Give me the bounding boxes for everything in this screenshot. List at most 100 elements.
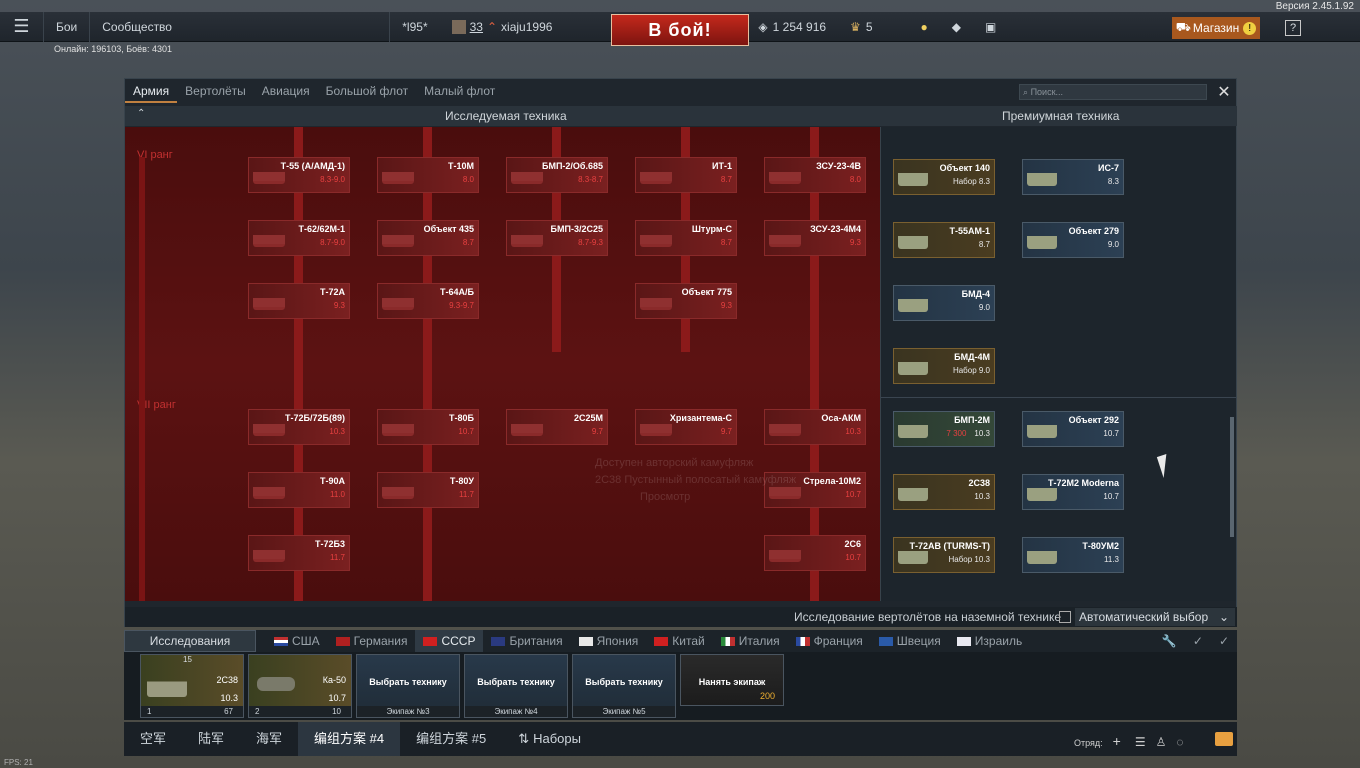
vehicle-t80b[interactable]: Т-80Б 10.7 <box>377 409 479 445</box>
list-icon[interactable]: ☰ <box>1135 735 1146 749</box>
scrollbar[interactable] <box>1230 417 1234 537</box>
community-menu[interactable]: Сообщество <box>90 11 391 42</box>
crew-slot-2[interactable]: Ка-50 10.7 2 10 <box>248 654 352 718</box>
premium-t80um2[interactable]: Т-80УМ2 11.3 <box>1022 537 1124 573</box>
country-bar: Исследования США Германия СССР Британия … <box>124 630 1237 652</box>
repair-icon[interactable]: 🔧 <box>1154 630 1185 652</box>
vehicle-t55[interactable]: Т-55 (А/АМД-1) 8.3-9.0 <box>248 157 350 193</box>
preset-naval[interactable]: 海军 <box>240 722 298 756</box>
vehicle-zsu234m4[interactable]: ЗСУ-23-4М4 9.3 <box>764 220 866 256</box>
heli-research-checkbox[interactable] <box>1059 611 1071 623</box>
preset-air[interactable]: 空军 <box>124 722 182 756</box>
tab-helicopters[interactable]: Вертолёты <box>177 79 254 103</box>
vehicle-khrizantema[interactable]: Хризантема-С 9.7 <box>635 409 737 445</box>
premium-obj279[interactable]: Объект 279 9.0 <box>1022 222 1124 258</box>
ammo-check-icon[interactable]: ✓ <box>1211 630 1237 652</box>
country-china[interactable]: Китай <box>646 630 712 652</box>
preset-ground[interactable]: 陆军 <box>182 722 240 756</box>
mail-icon[interactable] <box>1215 732 1233 746</box>
search-input[interactable]: ⌕ Поиск... <box>1019 84 1207 100</box>
researched-title: Исследуемая техника <box>445 109 567 123</box>
tab-coastal-fleet[interactable]: Малый флот <box>416 79 503 103</box>
country-usa[interactable]: США <box>266 630 328 652</box>
vehicle-t72a[interactable]: Т-72А 9.3 <box>248 283 350 319</box>
to-battle-button[interactable]: В бой! <box>611 14 749 46</box>
silver-balance[interactable]: ◈ 1 254 916 <box>746 12 838 42</box>
add-squad-icon[interactable]: + <box>1113 733 1121 749</box>
vehicle-t72b[interactable]: Т-72Б/72Б(89) 10.3 <box>248 409 350 445</box>
vehicle-name: Т-72Б/72Б(89) <box>285 413 345 423</box>
help-icon[interactable]: ? <box>1285 20 1301 36</box>
vehicle-t10m[interactable]: Т-10М 8.0 <box>377 157 479 193</box>
country-britain[interactable]: Британия <box>483 630 570 652</box>
vehicle-zsu234v[interactable]: ЗСУ-23-4В 8.0 <box>764 157 866 193</box>
close-icon[interactable]: ✕ <box>1215 82 1233 101</box>
vehicle-t64[interactable]: Т-64А/Б 9.3-9.7 <box>377 283 479 319</box>
gold-balance[interactable]: ♛ 5 <box>838 12 884 42</box>
premium-obj140[interactable]: Объект 140 Набор 8.3 <box>893 159 995 195</box>
country-italy[interactable]: Италия <box>713 630 788 652</box>
premium-t72m2[interactable]: Т-72М2 Moderna 10.7 <box>1022 474 1124 510</box>
premium-2s38[interactable]: 2С38 10.3 <box>893 474 995 510</box>
vehicle-bmp3[interactable]: БМП-3/2С25 8.7-9.3 <box>506 220 608 256</box>
crew-slot-4[interactable]: Выбрать технику Экипаж №4 <box>464 654 568 718</box>
bundles-button[interactable]: ⇅ Наборы <box>502 722 597 756</box>
crew-points: 10 <box>332 707 341 716</box>
britain-flag-icon <box>491 636 506 646</box>
vehicle-br: 8.7 <box>720 238 732 247</box>
vehicle-t90a[interactable]: Т-90А 11.0 <box>248 472 350 508</box>
vehicle-it1[interactable]: ИТ-1 8.7 <box>635 157 737 193</box>
vehicle-2s6[interactable]: 2С6 10.7 <box>764 535 866 571</box>
crew-slot-5[interactable]: Выбрать технику Экипаж №5 <box>572 654 676 718</box>
premium-t55am1[interactable]: Т-55АМ-1 8.7 <box>893 222 995 258</box>
country-germany[interactable]: Германия <box>328 630 416 652</box>
premium-is7[interactable]: ИС-7 8.3 <box>1022 159 1124 195</box>
country-israel[interactable]: Израиль <box>949 630 1030 652</box>
check-icon[interactable]: ✓ <box>1185 630 1211 652</box>
crew-slot-1[interactable]: 15 2С38 10.3 1 67 <box>140 654 244 718</box>
tab-bluewater-fleet[interactable]: Большой флот <box>318 79 417 103</box>
menu-icon[interactable]: ☰ <box>0 11 44 42</box>
vehicle-obj435[interactable]: Объект 435 8.7 <box>377 220 479 256</box>
premium-t72av[interactable]: Т-72АВ (TURMS-T) Набор 10.3 <box>893 537 995 573</box>
preset-5[interactable]: 编组方案 #5 <box>400 722 502 756</box>
vehicle-name: Стрела-10М2 <box>803 476 861 486</box>
diamond-icon[interactable]: ◆ <box>940 12 973 42</box>
battles-menu[interactable]: Бои <box>44 11 91 42</box>
premium-bmp2m[interactable]: БМП-2М 7 300 10.3 <box>893 411 995 447</box>
vehicle-obj775[interactable]: Объект 775 9.3 <box>635 283 737 319</box>
vehicle-t72b3[interactable]: Т-72Б3 11.7 <box>248 535 350 571</box>
research-tab[interactable]: Исследования <box>124 630 256 652</box>
premium-bmd4[interactable]: БМД-4 9.0 <box>893 285 995 321</box>
vehicle-t80u[interactable]: Т-80У 11.7 <box>377 472 479 508</box>
clan-tag[interactable]: *l95* <box>390 12 439 42</box>
tank-icon <box>253 418 285 436</box>
shop-button[interactable]: ⛟ Магазин ! <box>1172 17 1260 39</box>
hire-crew-slot[interactable]: Нанять экипаж 200 <box>680 654 784 706</box>
premium-obj292[interactable]: Объект 292 10.7 <box>1022 411 1124 447</box>
chat-icon[interactable]: ◌ <box>1176 735 1183 749</box>
country-sweden[interactable]: Швеция <box>871 630 949 652</box>
profile[interactable]: 33 ⌃ xiaju1996 <box>440 12 565 42</box>
country-ussr[interactable]: СССР <box>415 630 484 652</box>
collapse-up-icon[interactable]: ⌃ <box>137 108 145 119</box>
tab-aviation[interactable]: Авиация <box>254 79 318 103</box>
vehicle-2s25m[interactable]: 2С25М 9.7 <box>506 409 608 445</box>
coupon-icon[interactable]: ▣ <box>973 12 1008 42</box>
auto-select-value: Автоматический выбор <box>1079 610 1209 624</box>
lightbulb-icon[interactable]: ● <box>909 12 940 42</box>
premium-bmd4m[interactable]: БМД-4М Набор 9.0 <box>893 348 995 384</box>
vehicle-shturm[interactable]: Штурм-С 8.7 <box>635 220 737 256</box>
auto-select-dropdown[interactable]: Автоматический выбор ⌄ <box>1075 608 1235 626</box>
vehicle-bmp2[interactable]: БМП-2/Об.685 8.3-8.7 <box>506 157 608 193</box>
preset-4[interactable]: 编组方案 #4 <box>298 722 401 756</box>
country-france[interactable]: Франция <box>788 630 871 652</box>
vehicle-t62[interactable]: Т-62/62М-1 8.7-9.0 <box>248 220 350 256</box>
crew-slot-3[interactable]: Выбрать технику Экипаж №3 <box>356 654 460 718</box>
research-options-bar: Исследование вертолётов на наземной техн… <box>125 607 1237 627</box>
friends-icon[interactable]: ♙ <box>1156 735 1167 749</box>
tank-icon <box>382 481 414 499</box>
tab-army[interactable]: Армия <box>125 79 178 103</box>
vehicle-osa-akm[interactable]: Оса-АКМ 10.3 <box>764 409 866 445</box>
country-japan[interactable]: Япония <box>571 630 647 652</box>
